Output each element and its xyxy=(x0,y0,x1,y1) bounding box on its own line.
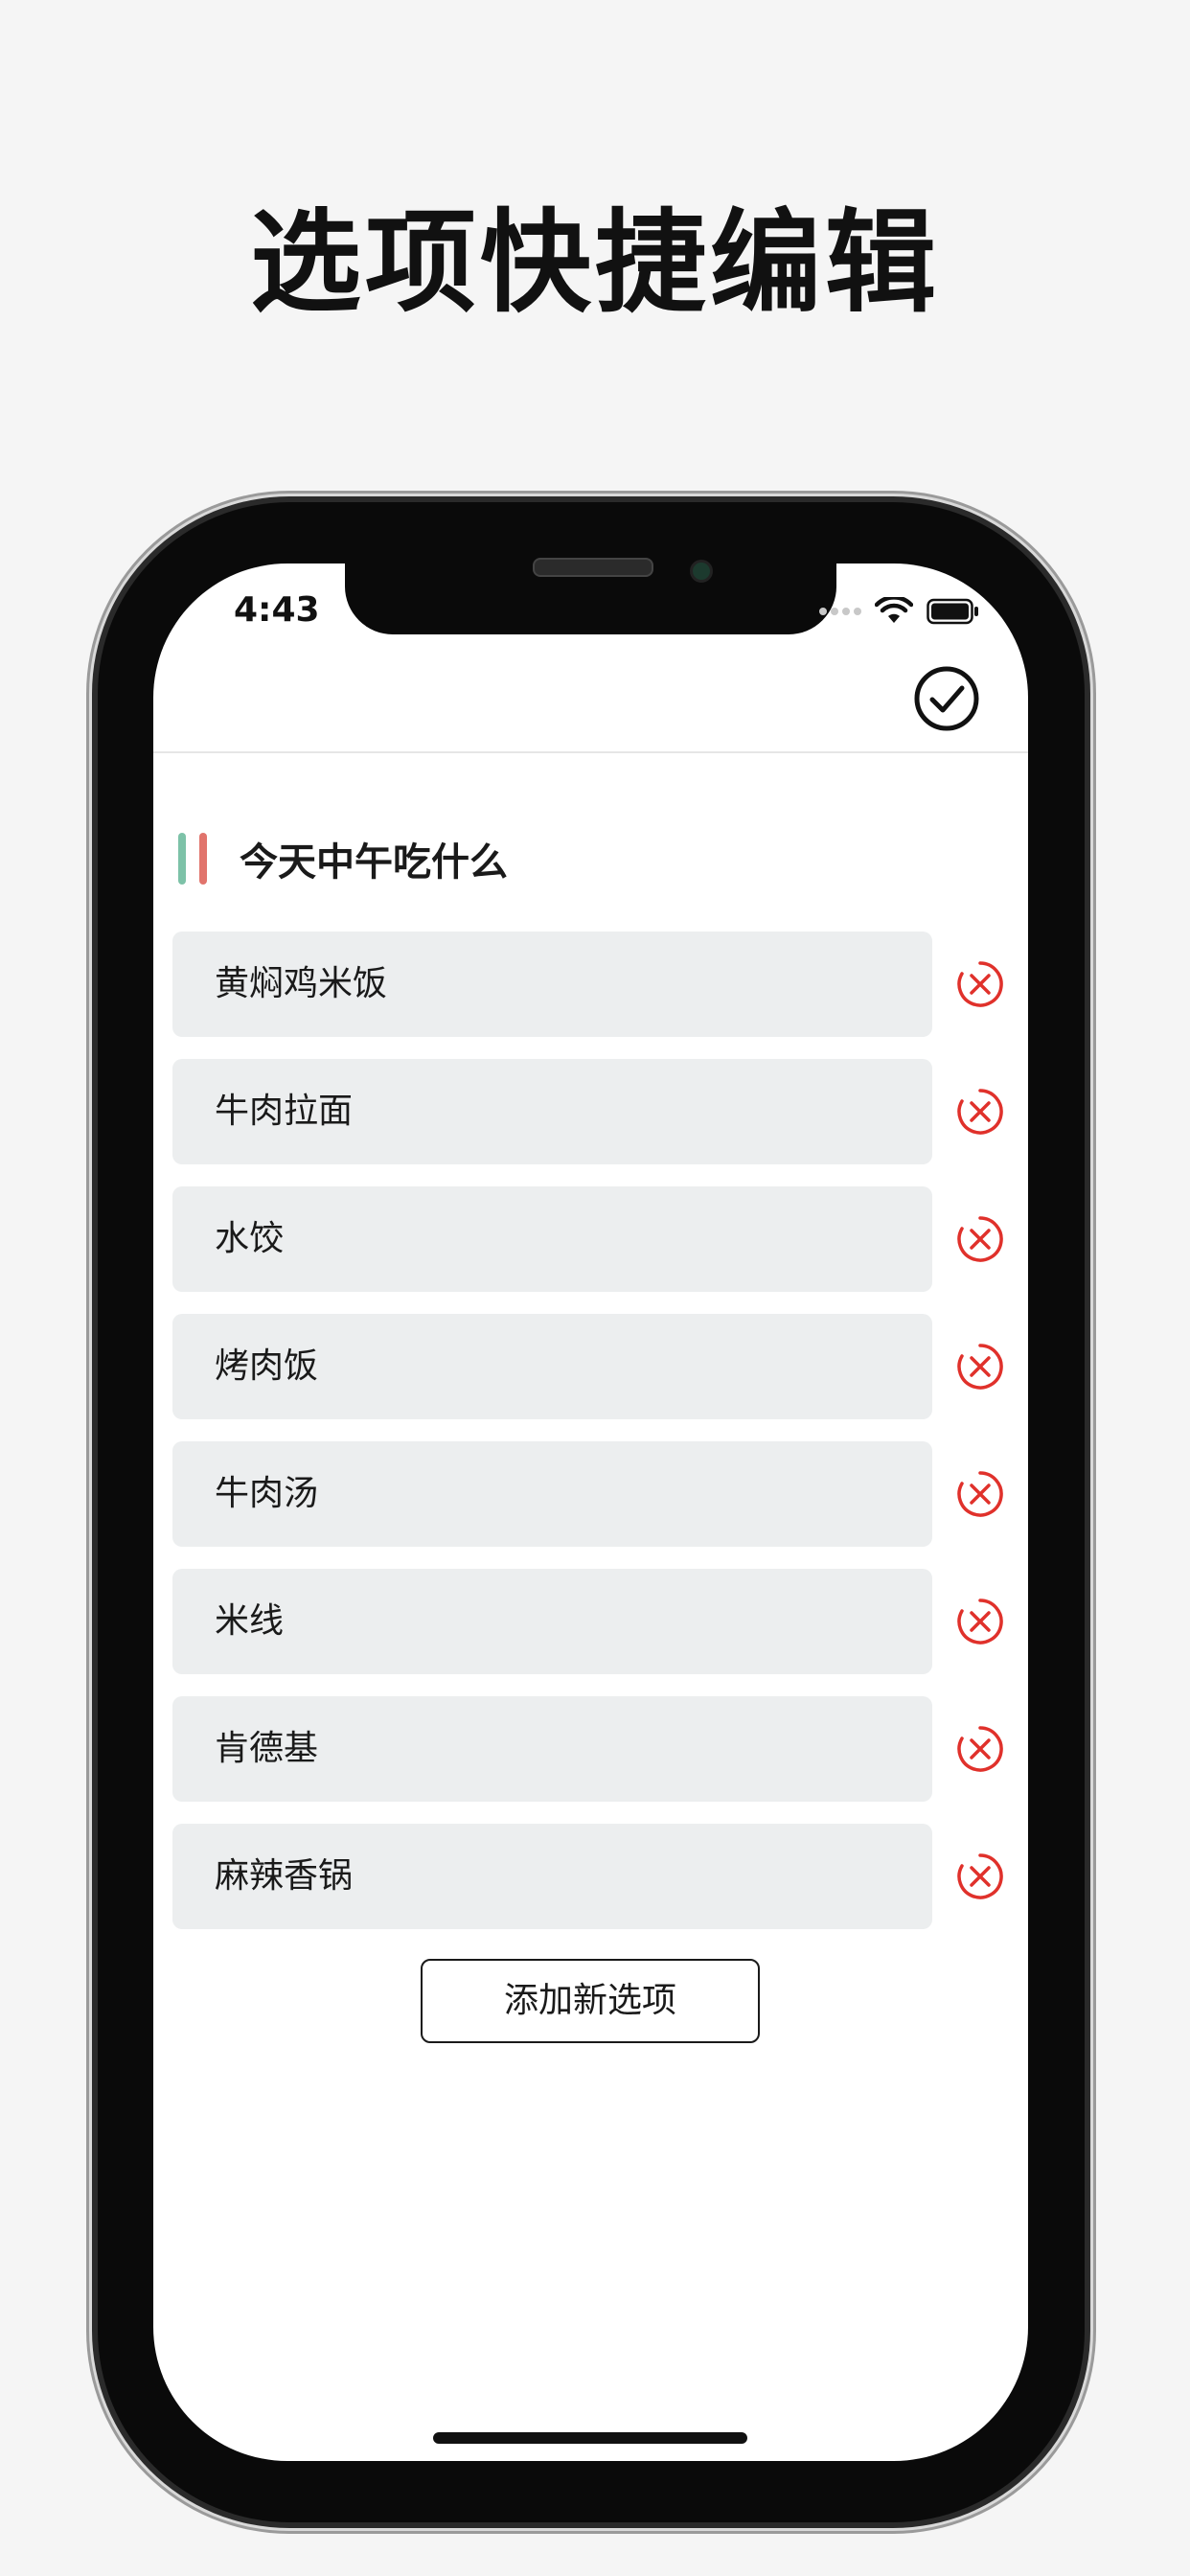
phone-screen: 4:43 今天中午吃什么 黄焖鸡米饭 牛肉拉面 水饺 烤肉饭牛肉汤 米线 肯德基… xyxy=(153,564,1028,2461)
close-circle-icon xyxy=(957,1598,1003,1644)
close-circle-icon xyxy=(957,1726,1003,1772)
close-circle-icon xyxy=(957,1216,1003,1262)
delete-option-button[interactable] xyxy=(956,960,1004,1008)
list-title: 今天中午吃什么 xyxy=(240,840,508,885)
navigation-bar xyxy=(153,656,1028,753)
delete-option-button[interactable] xyxy=(956,1598,1004,1645)
delete-option-button[interactable] xyxy=(956,1088,1004,1136)
option-input[interactable]: 烤肉饭 xyxy=(172,1314,932,1419)
option-row: 牛肉汤 xyxy=(172,1441,1006,1547)
home-indicator[interactable] xyxy=(433,2432,747,2444)
option-row: 黄焖鸡米饭 xyxy=(172,932,1006,1037)
delete-option-button[interactable] xyxy=(956,1215,1004,1263)
option-row: 肯德基 xyxy=(172,1696,1006,1802)
checkmark-circle-icon xyxy=(914,666,979,731)
option-input[interactable]: 牛肉汤 xyxy=(172,1441,932,1547)
option-input[interactable]: 肯德基 xyxy=(172,1696,932,1802)
option-input[interactable]: 麻辣香锅 xyxy=(172,1824,932,1929)
delete-option-button[interactable] xyxy=(956,1343,1004,1391)
close-circle-icon xyxy=(957,1089,1003,1135)
option-list: 黄焖鸡米饭牛肉拉面水饺烤肉饭牛肉汤米线肯德基麻辣香锅 xyxy=(172,932,1006,1951)
wifi-icon xyxy=(875,597,913,623)
delete-option-button[interactable] xyxy=(956,1725,1004,1773)
option-input[interactable]: 水饺 xyxy=(172,1186,932,1292)
option-input[interactable]: 米线 xyxy=(172,1569,932,1674)
option-row: 麻辣香锅 xyxy=(172,1824,1006,1929)
option-input[interactable]: 黄焖鸡米饭 xyxy=(172,932,932,1037)
status-icons xyxy=(819,592,980,631)
close-circle-icon xyxy=(957,1344,1003,1390)
status-time: 4:43 xyxy=(234,590,320,630)
close-circle-icon xyxy=(957,961,1003,1007)
list-header: 今天中午吃什么 xyxy=(178,832,508,886)
confirm-button[interactable] xyxy=(913,665,980,732)
add-option-button[interactable]: 添加新选项 xyxy=(421,1959,760,2043)
option-row: 烤肉饭 xyxy=(172,1314,1006,1419)
close-circle-icon xyxy=(957,1853,1003,1899)
battery-icon xyxy=(927,598,978,625)
delete-option-button[interactable] xyxy=(956,1470,1004,1518)
option-row: 水饺 xyxy=(172,1186,1006,1292)
option-row: 牛肉拉面 xyxy=(172,1059,1006,1164)
front-camera xyxy=(690,560,713,583)
promo-headline: 选项快捷编辑 xyxy=(250,198,940,328)
earpiece-speaker xyxy=(533,558,653,577)
list-color-marker xyxy=(178,833,211,885)
delete-option-button[interactable] xyxy=(956,1852,1004,1900)
close-circle-icon xyxy=(957,1471,1003,1517)
option-row: 米线 xyxy=(172,1569,1006,1674)
option-input[interactable]: 牛肉拉面 xyxy=(172,1059,932,1164)
signal-icon xyxy=(819,608,861,615)
